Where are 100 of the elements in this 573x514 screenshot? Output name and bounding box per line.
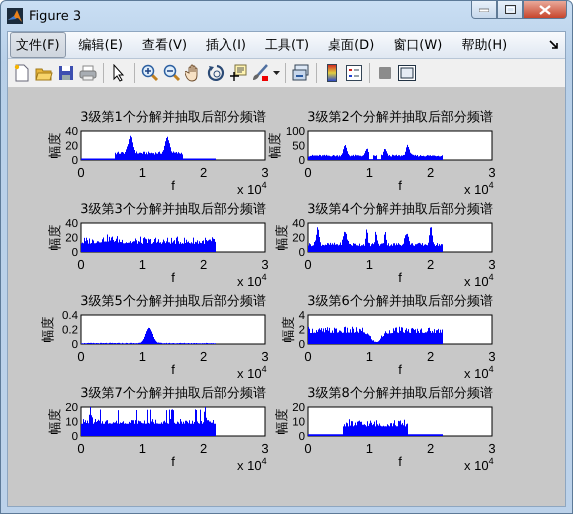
plot-title: 3级第7个分解并抽取后部分频谱 xyxy=(80,386,266,401)
x-tick-label: 2 xyxy=(200,441,208,456)
y-tick-label: 20 xyxy=(292,402,305,414)
x-tick-label: 2 xyxy=(200,165,208,180)
y-tick-label: 20 xyxy=(65,232,78,244)
menu-item[interactable]: 编辑(E) xyxy=(72,32,129,58)
menu-item[interactable]: 查看(V) xyxy=(136,32,194,58)
x-tick-label: 2 xyxy=(427,441,434,456)
y-tick-label: 40 xyxy=(65,218,78,230)
x-tick-label: 1 xyxy=(366,165,373,180)
axis-multiplier: x 10$^{4}$ xyxy=(237,179,267,197)
show-tools-icon[interactable] xyxy=(396,62,418,84)
x-tick-label: 3 xyxy=(488,441,496,456)
y-axis-label: 幅度 xyxy=(41,316,56,342)
axis-multiplier: x 10$^{4}$ xyxy=(464,455,494,473)
y-tick-label: 20 xyxy=(65,140,78,152)
x-tick-label: 0 xyxy=(304,257,312,272)
y-tick-label: 100 xyxy=(286,126,305,138)
y-tick-label: 0 xyxy=(72,431,78,443)
x-tick-label: 3 xyxy=(261,349,269,364)
y-tick-label: 20 xyxy=(292,232,305,244)
plot-title: 3级第4个分解并抽取后部分频谱 xyxy=(307,202,493,217)
x-tick-label: 1 xyxy=(138,441,146,456)
x-tick-label: 3 xyxy=(261,165,269,180)
plot-title: 3级第6个分解并抽取后部分频谱 xyxy=(307,294,493,309)
rotate-icon[interactable] xyxy=(205,62,227,84)
y-tick-label: 0 xyxy=(298,155,305,167)
y-tick-label: 4 xyxy=(298,310,305,322)
x-axis-label: f xyxy=(171,362,175,377)
x-tick-label: 1 xyxy=(366,349,373,364)
x-tick-label: 1 xyxy=(138,165,146,180)
plot-title: 3级第1个分解并抽取后部分频谱 xyxy=(80,110,266,125)
y-axis-label: 幅度 xyxy=(268,132,284,158)
close-icon xyxy=(539,4,551,14)
x-axis-label: f xyxy=(171,178,175,193)
maximize-button[interactable] xyxy=(497,1,523,19)
data-cursor-icon[interactable] xyxy=(227,62,249,84)
y-tick-label: 0.4 xyxy=(62,310,78,322)
x-tick-label: 0 xyxy=(77,257,85,272)
x-tick-label: 1 xyxy=(138,349,146,364)
minimize-button[interactable] xyxy=(471,1,497,19)
x-tick-label: 0 xyxy=(304,349,312,364)
zoom-out-icon[interactable] xyxy=(161,62,183,84)
x-axis-label: f xyxy=(398,270,402,285)
plot-title: 3级第8个分解并抽取后部分频谱 xyxy=(307,386,493,401)
x-tick-label: 2 xyxy=(200,349,208,364)
x-tick-label: 0 xyxy=(304,441,312,456)
plot-title: 3级第2个分解并抽取后部分频谱 xyxy=(307,110,493,125)
y-tick-label: 10 xyxy=(65,416,78,428)
y-axis-label: 幅度 xyxy=(281,316,296,342)
menu-item[interactable]: 文件(F) xyxy=(10,32,66,58)
x-axis-label: f xyxy=(171,270,175,285)
y-axis-label: 幅度 xyxy=(48,224,63,250)
plot-title: 3级第5个分解并抽取后部分频谱 xyxy=(80,294,266,309)
y-tick-label: 10 xyxy=(292,416,305,428)
y-tick-label: 2 xyxy=(298,324,305,336)
y-tick-label: 0 xyxy=(298,247,305,259)
legend-icon[interactable] xyxy=(343,62,365,84)
y-axis-label: 幅度 xyxy=(48,132,63,158)
axis-multiplier: x 10$^{4}$ xyxy=(464,179,494,197)
y-tick-label: 40 xyxy=(65,126,78,138)
dock-arrow-icon[interactable] xyxy=(549,40,559,50)
x-tick-label: 1 xyxy=(366,441,373,456)
menu-item[interactable]: 插入(I) xyxy=(200,32,252,58)
menu-item[interactable]: 工具(T) xyxy=(259,32,316,58)
x-axis-label: f xyxy=(398,362,402,377)
x-axis-label: f xyxy=(398,454,402,469)
menu-item[interactable]: 桌面(D) xyxy=(322,32,380,58)
axis-multiplier: x 10$^{4}$ xyxy=(237,455,267,473)
axis-multiplier: x 10$^{4}$ xyxy=(464,363,494,381)
zoom-in-icon[interactable] xyxy=(139,62,161,84)
y-tick-label: 50 xyxy=(292,140,305,152)
axis-multiplier: x 10$^{4}$ xyxy=(237,271,267,289)
app-icon xyxy=(7,8,23,24)
x-tick-label: 3 xyxy=(261,257,269,272)
x-tick-label: 0 xyxy=(77,349,85,364)
x-tick-label: 0 xyxy=(77,441,85,456)
plot-title: 3级第3个分解并抽取后部分频谱 xyxy=(80,202,266,217)
axis-multiplier: x 10$^{4}$ xyxy=(464,271,494,289)
close-button[interactable] xyxy=(523,1,567,19)
x-axis-label: f xyxy=(398,178,402,193)
y-tick-label: 20 xyxy=(65,402,78,414)
window-title: Figure 3 xyxy=(29,9,82,24)
x-tick-label: 1 xyxy=(138,257,146,272)
y-tick-label: 0 xyxy=(298,339,305,351)
x-tick-label: 1 xyxy=(366,257,373,272)
maximize-icon xyxy=(504,5,516,14)
y-tick-label: 0 xyxy=(72,339,78,351)
minimize-icon xyxy=(479,8,489,12)
x-tick-label: 3 xyxy=(488,165,496,180)
y-tick-label: 0.2 xyxy=(62,324,78,336)
menu-item[interactable]: 窗口(W) xyxy=(387,32,448,58)
x-tick-label: 2 xyxy=(427,257,434,272)
x-tick-label: 3 xyxy=(488,257,496,272)
x-axis-label: f xyxy=(171,454,175,469)
menu-item[interactable]: 帮助(H) xyxy=(455,32,514,58)
x-tick-label: 2 xyxy=(427,165,434,180)
y-axis-label: 幅度 xyxy=(274,408,290,434)
x-tick-label: 0 xyxy=(304,165,312,180)
axis-multiplier: x 10$^{4}$ xyxy=(237,363,267,381)
